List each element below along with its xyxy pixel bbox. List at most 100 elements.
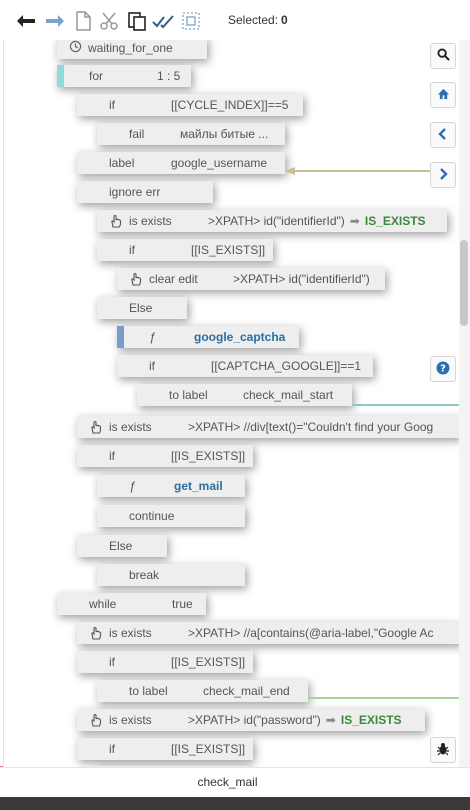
- block-ignore-err[interactable]: ignore err: [77, 181, 213, 203]
- block-command: while: [89, 597, 117, 611]
- hand-icon: [89, 420, 103, 434]
- chevron-right-icon: [437, 167, 449, 183]
- vertical-scrollbar[interactable]: [459, 40, 470, 767]
- block-argument: [[IS_EXISTS]]: [171, 449, 246, 463]
- block-command: if: [109, 98, 115, 112]
- redo-icon[interactable]: [44, 10, 66, 32]
- undo-icon[interactable]: [15, 10, 37, 32]
- hand-icon: [89, 626, 103, 640]
- block-argument: [[IS_EXISTS]]: [191, 243, 266, 257]
- block-is-exists-aria-label[interactable]: is exists >XPATH> //a[contains(@aria-lab…: [77, 622, 460, 644]
- block-command: Else: [109, 539, 133, 553]
- block-argument: [[IS_EXISTS]]: [171, 655, 246, 669]
- toolbar: Selected: 0: [0, 0, 470, 41]
- block-argument: >XPATH> id("identifierId"): [208, 214, 345, 228]
- canvas-left-border: [3, 40, 4, 767]
- hand-icon: [129, 272, 143, 286]
- block-argument: get_mail: [174, 479, 223, 493]
- block-is-exists-password[interactable]: is exists >XPATH> id("password") ➡ IS_EX…: [77, 709, 425, 731]
- block-command: if: [109, 449, 115, 463]
- block-command: is exists: [109, 713, 152, 727]
- block-command: is exists: [109, 626, 152, 640]
- chevron-left-icon: [437, 127, 449, 143]
- check-icon[interactable]: [152, 10, 174, 32]
- hand-icon: [89, 713, 103, 727]
- block-command: label: [109, 156, 135, 170]
- selected-value: 0: [281, 13, 288, 27]
- block-label-google-username[interactable]: label google_username: [77, 152, 285, 174]
- help-button[interactable]: ?: [430, 356, 456, 382]
- debug-button[interactable]: [430, 737, 456, 763]
- block-for[interactable]: for 1 : 5: [57, 65, 191, 87]
- result-arrow-icon: ➡: [325, 713, 336, 727]
- block-argument: check_mail_start: [243, 388, 334, 402]
- current-function-tab[interactable]: check_mail: [0, 775, 455, 789]
- home-icon: [437, 88, 450, 103]
- block-command: waiting_for_one: [88, 41, 173, 55]
- block-argument: google_captcha: [194, 330, 286, 344]
- block-command: for: [89, 69, 104, 83]
- block-argument: майлы битые ...: [180, 127, 269, 141]
- block-continue[interactable]: continue: [97, 505, 245, 527]
- connector-check-mail-start: [352, 404, 460, 406]
- select-icon[interactable]: [180, 10, 202, 32]
- block-command: break: [129, 568, 160, 582]
- block-clear-edit[interactable]: clear edit >XPATH> id("identifierId"): [117, 268, 385, 290]
- cut-icon[interactable]: [98, 10, 120, 32]
- block-argument: >XPATH> id("identifierId"): [233, 272, 370, 286]
- block-command: if: [129, 243, 135, 257]
- block-argument: 1 : 5: [157, 69, 181, 83]
- block-is-exists-couldnt-find[interactable]: is exists >XPATH> //div[text()="Couldn't…: [77, 416, 460, 438]
- help-icon: ?: [436, 361, 450, 378]
- block-command: if: [109, 742, 115, 756]
- block-command: to label: [129, 684, 168, 698]
- block-command: continue: [129, 509, 175, 523]
- block-if-is-exists-4[interactable]: if [[IS_EXISTS]]: [77, 738, 253, 760]
- search-button[interactable]: [430, 43, 456, 69]
- block-if-is-exists-3[interactable]: if [[IS_EXISTS]]: [77, 651, 253, 673]
- search-icon: [436, 48, 450, 64]
- block-if-captcha[interactable]: if [[CAPTCHA_GOOGLE]]==1: [117, 355, 373, 377]
- block-command: to label: [169, 388, 208, 402]
- block-break[interactable]: break: [97, 564, 245, 586]
- status-strip: [0, 797, 470, 810]
- function-icon: ƒ: [129, 479, 136, 493]
- block-argument: >XPATH> //a[contains(@aria-label,"Google…: [188, 626, 434, 640]
- connector-check-mail-end: [308, 697, 460, 699]
- block-else-2[interactable]: Else: [77, 535, 167, 557]
- copy-icon[interactable]: [72, 10, 94, 32]
- block-argument: [[IS_EXISTS]]: [171, 742, 246, 756]
- block-if-is-exists-2[interactable]: if [[IS_EXISTS]]: [77, 445, 253, 467]
- selected-label: Selected:: [228, 13, 279, 27]
- block-if-is-exists-1[interactable]: if [[IS_EXISTS]]: [97, 239, 273, 261]
- block-argument: >XPATH> //div[text()="Couldn't find your…: [188, 420, 434, 434]
- block-result: IS_EXISTS: [340, 713, 402, 727]
- script-canvas[interactable]: waiting_for_one for 1 : 5 if [[CYCLE_IND…: [0, 40, 470, 767]
- bug-icon: [436, 742, 450, 759]
- block-to-label-check-mail-end[interactable]: to label check_mail_end: [97, 680, 308, 702]
- block-result: IS_EXISTS: [364, 214, 426, 228]
- block-argument: check_mail_end: [203, 684, 290, 698]
- block-to-label-check-mail-start[interactable]: to label check_mail_start: [137, 384, 352, 406]
- block-fn-get-mail[interactable]: ƒ get_mail: [97, 475, 245, 497]
- block-command: is exists: [109, 420, 152, 434]
- block-is-exists-identifier[interactable]: is exists >XPATH> id("identifierId") ➡ I…: [97, 210, 447, 232]
- block-fail[interactable]: fail майлы битые ...: [97, 123, 285, 145]
- function-icon: ƒ: [149, 330, 156, 344]
- block-argument: [[CAPTCHA_GOOGLE]]==1: [211, 359, 362, 373]
- expand-right-button[interactable]: [430, 162, 456, 188]
- block-fn-google-captcha[interactable]: ƒ google_captcha: [117, 326, 299, 348]
- home-button[interactable]: [430, 82, 456, 108]
- result-arrow-icon: ➡: [349, 214, 360, 228]
- block-else-1[interactable]: Else: [97, 297, 187, 319]
- block-while[interactable]: while true: [57, 593, 206, 615]
- paste-icon[interactable]: [126, 10, 148, 32]
- block-argument: >XPATH> id("password"): [188, 713, 321, 727]
- scrollbar-thumb[interactable]: [460, 240, 468, 326]
- block-command: if: [109, 655, 115, 669]
- collapse-left-button[interactable]: [430, 122, 456, 148]
- block-command: is exists: [129, 214, 172, 228]
- clock-icon: [69, 40, 82, 56]
- block-if-cycle-index[interactable]: if [[CYCLE_INDEX]]==5: [77, 94, 303, 116]
- block-waiting-for-one[interactable]: waiting_for_one: [57, 40, 207, 59]
